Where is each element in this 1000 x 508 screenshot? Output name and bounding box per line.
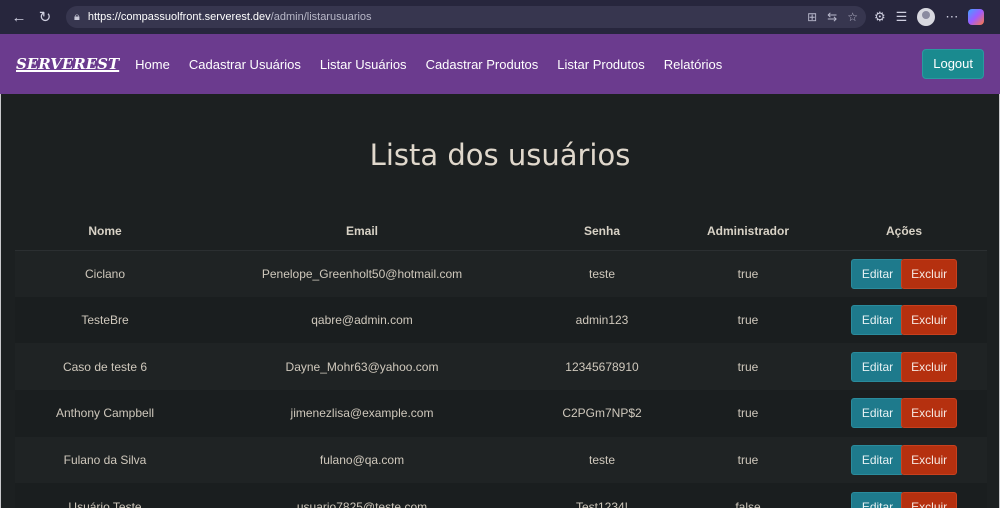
edit-button[interactable]: Editar xyxy=(850,351,905,382)
delete-button[interactable]: Excluir xyxy=(901,491,958,508)
more-menu-icon[interactable]: ⋯ xyxy=(945,9,958,25)
brand-logo[interactable]: SERVEREST xyxy=(16,55,119,73)
cell-admin: true xyxy=(675,436,821,484)
url-path: /admin/listarusuarios xyxy=(270,11,372,23)
extensions-icon[interactable]: ⚙ xyxy=(874,9,886,25)
logout-button[interactable]: Logout xyxy=(922,49,984,79)
browser-toolbar: ← ↻ 🔒︎ https://compassuolfront.serverest… xyxy=(0,0,1000,34)
cell-nome: TesteBre xyxy=(15,296,195,344)
cell-admin: true xyxy=(675,250,821,297)
cell-senha: teste xyxy=(529,436,675,484)
edit-button[interactable]: Editar xyxy=(850,491,905,508)
delete-button[interactable]: Excluir xyxy=(901,445,958,476)
address-bar[interactable]: 🔒︎ https://compassuolfront.serverest.dev… xyxy=(66,6,866,28)
cell-acoes: Editar Excluir xyxy=(821,436,987,484)
edit-button[interactable]: Editar xyxy=(850,445,905,476)
cell-email: fulano@qa.com xyxy=(195,436,529,484)
reload-icon[interactable]: ↻ xyxy=(34,6,56,28)
cell-admin: false xyxy=(675,483,821,508)
nav-listar-usuarios[interactable]: Listar Usuários xyxy=(320,57,407,72)
cell-nome: Usuário Teste xyxy=(15,483,195,508)
cell-nome: Ciclano xyxy=(15,250,195,297)
table-row: Anthony Campbell jimenezlisa@example.com… xyxy=(15,390,987,437)
cell-nome: Anthony Campbell xyxy=(15,390,195,437)
table-row: Usuário Teste usuario7825@teste.com Test… xyxy=(15,483,987,508)
cell-nome: Fulano da Silva xyxy=(15,436,195,484)
cell-admin: true xyxy=(675,390,821,437)
edit-button[interactable]: Editar xyxy=(850,398,905,429)
cell-acoes: Editar Excluir xyxy=(821,250,987,297)
cell-admin: true xyxy=(675,343,821,391)
delete-button[interactable]: Excluir xyxy=(901,351,958,382)
nav-relatorios[interactable]: Relatórios xyxy=(664,57,723,72)
cell-senha: C2PGm7NP$2 xyxy=(529,390,675,437)
header-email: Email xyxy=(195,212,529,251)
cell-acoes: Editar Excluir xyxy=(821,483,987,508)
nav-listar-produtos[interactable]: Listar Produtos xyxy=(557,57,644,72)
delete-button[interactable]: Excluir xyxy=(901,398,958,429)
nav-cadastrar-produtos[interactable]: Cadastrar Produtos xyxy=(426,57,539,72)
nav-home[interactable]: Home xyxy=(135,57,170,72)
cell-senha: Test1234! xyxy=(529,483,675,508)
edit-button[interactable]: Editar xyxy=(850,258,905,289)
delete-button[interactable]: Excluir xyxy=(901,258,958,289)
cell-email: Penelope_Greenholt50@hotmail.com xyxy=(195,250,529,297)
delete-button[interactable]: Excluir xyxy=(901,305,958,336)
cell-senha: 12345678910 xyxy=(529,343,675,391)
table-row: Caso de teste 6 Dayne_Mohr63@yahoo.com 1… xyxy=(15,343,987,391)
favorite-star-icon[interactable]: ☆ xyxy=(847,10,858,24)
main-content: Lista dos usuários Nome Email Senha Admi… xyxy=(1,94,999,508)
table-row: Fulano da Silva fulano@qa.com teste true… xyxy=(15,436,987,484)
nav-cadastrar-usuarios[interactable]: Cadastrar Usuários xyxy=(189,57,301,72)
header-acoes: Ações xyxy=(821,212,987,251)
edit-button[interactable]: Editar xyxy=(850,305,905,336)
translate-icon[interactable]: ⇆ xyxy=(827,10,837,24)
lock-icon: 🔒︎ xyxy=(74,10,80,23)
table-row: Ciclano Penelope_Greenholt50@hotmail.com… xyxy=(15,250,987,297)
header-administrador: Administrador xyxy=(675,212,821,251)
cell-admin: true xyxy=(675,296,821,344)
copilot-icon[interactable] xyxy=(968,9,985,25)
cell-email: usuario7825@teste.com xyxy=(195,483,529,508)
header-senha: Senha xyxy=(529,212,675,251)
app-navbar: SERVEREST Home Cadastrar Usuários Listar… xyxy=(0,34,1000,94)
users-table: Nome Email Senha Administrador Ações Cic… xyxy=(15,212,987,508)
cell-email: qabre@admin.com xyxy=(195,296,529,344)
back-icon[interactable]: ← xyxy=(8,6,30,28)
cell-senha: admin123 xyxy=(529,296,675,344)
header-nome: Nome xyxy=(15,212,195,251)
url-host: https://compassuolfront.serverest.dev xyxy=(87,11,271,23)
page-title: Lista dos usuários xyxy=(369,138,631,172)
table-header-row: Nome Email Senha Administrador Ações xyxy=(15,212,987,251)
reader-view-icon[interactable]: ⊞ xyxy=(807,10,817,24)
table-row: TesteBre qabre@admin.com admin123 true E… xyxy=(15,296,987,344)
favorites-icon[interactable]: ☰ xyxy=(896,9,908,25)
cell-acoes: Editar Excluir xyxy=(821,296,987,344)
cell-acoes: Editar Excluir xyxy=(821,343,987,391)
cell-email: jimenezlisa@example.com xyxy=(195,390,529,437)
cell-senha: teste xyxy=(529,250,675,297)
profile-avatar-icon[interactable] xyxy=(917,8,936,26)
cell-email: Dayne_Mohr63@yahoo.com xyxy=(195,343,529,391)
cell-nome: Caso de teste 6 xyxy=(15,343,195,391)
cell-acoes: Editar Excluir xyxy=(821,390,987,437)
